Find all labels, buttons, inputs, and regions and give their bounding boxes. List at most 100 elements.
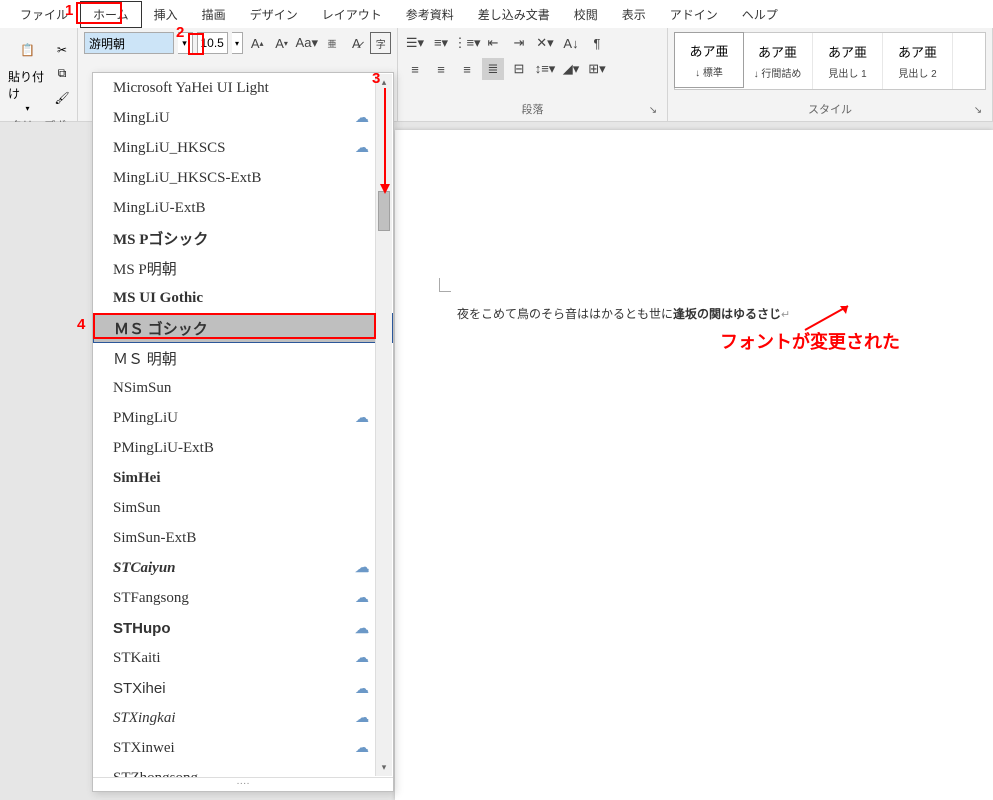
style-preview: あア亜 — [758, 42, 797, 61]
numbering-button[interactable]: ≡▾ — [430, 32, 452, 54]
style-label: 見出し 1 — [828, 65, 866, 80]
styles-group-label: スタイル ↘ — [674, 99, 986, 119]
styles-gallery[interactable]: あア亜↓ 標準あア亜↓ 行間詰めあア亜見出し 1あア亜見出し 2 — [674, 32, 986, 90]
font-item-label: MS Pゴシック — [113, 228, 208, 249]
font-list-item[interactable]: MingLiU-ExtB — [93, 193, 393, 223]
paragraph-dialog-launcher[interactable]: ↘ — [647, 105, 659, 117]
font-item-label: STCaiyun — [113, 560, 176, 577]
borders-button[interactable]: ⊞▾ — [586, 58, 608, 80]
paste-label: 貼り付け — [8, 68, 47, 102]
cloud-icon: ☁ — [355, 740, 369, 757]
font-list-item[interactable]: STXinwei☁ — [93, 733, 393, 763]
cloud-icon: ☁ — [355, 770, 369, 778]
font-item-label: MingLiU_HKSCS-ExtB — [113, 170, 261, 187]
sort-button[interactable]: A↓ — [560, 32, 582, 54]
ribbon-group-paragraph: ☰▾ ≡▾ ⋮≡▾ ⇤ ⇥ ✕▾ A↓ ¶ ≡ ≡ ≡ ≣ ⊟ ↕≡▾ ◢▾ ⊞… — [398, 28, 668, 121]
font-size-dropdown-button[interactable]: ▾ — [232, 32, 243, 54]
document-text[interactable]: 夜をこめて鳥のそら音ははかるとも世に逢坂の関はゆるさじ↵ — [457, 305, 790, 322]
menu-insert[interactable]: 挿入 — [142, 2, 190, 27]
font-list-item[interactable]: MingLiU☁ — [93, 103, 393, 133]
align-right-button[interactable]: ≡ — [456, 58, 478, 80]
cloud-icon: ☁ — [355, 140, 369, 157]
change-case-button[interactable]: Aa▾ — [296, 32, 318, 54]
clear-formatting-button[interactable]: A̷ — [346, 32, 366, 54]
annotation-arrowhead-3 — [380, 184, 390, 194]
font-dropdown-list[interactable]: Microsoft YaHei UI LightMingLiU☁MingLiU_… — [92, 72, 394, 792]
font-list-item[interactable]: SimHei — [93, 463, 393, 493]
menu-help[interactable]: ヘルプ — [730, 2, 790, 27]
font-list-item[interactable]: MingLiU_HKSCS-ExtB — [93, 163, 393, 193]
font-list-item[interactable]: STHupo☁ — [93, 613, 393, 643]
distributed-button[interactable]: ⊟ — [508, 58, 530, 80]
font-list-item[interactable]: STXihei☁ — [93, 673, 393, 703]
font-list-item[interactable]: MingLiU_HKSCS☁ — [93, 133, 393, 163]
align-center-button[interactable]: ≡ — [430, 58, 452, 80]
font-item-label: Microsoft YaHei UI Light — [113, 80, 269, 97]
doc-text-normal: 夜をこめて鳥のそら音ははかるとも世に — [457, 307, 673, 321]
line-spacing-button[interactable]: ↕≡▾ — [534, 58, 556, 80]
font-list-item[interactable]: STXingkai☁ — [93, 703, 393, 733]
font-list-item[interactable]: MS Pゴシック — [93, 223, 393, 253]
scroll-thumb[interactable] — [378, 191, 390, 231]
font-item-label: SimHei — [113, 470, 161, 487]
scroll-down-button[interactable]: ▾ — [376, 759, 392, 776]
font-item-label: NSimSun — [113, 380, 171, 397]
font-list-item[interactable]: MS UI Gothic — [93, 283, 393, 313]
font-item-label: MS P明朝 — [113, 258, 177, 279]
multilevel-list-button[interactable]: ⋮≡▾ — [456, 32, 478, 54]
shading-button[interactable]: ◢▾ — [560, 58, 582, 80]
menu-view[interactable]: 表示 — [610, 2, 658, 27]
show-marks-button[interactable]: ¶ — [586, 32, 608, 54]
style-card-3[interactable]: あア亜見出し 2 — [883, 33, 953, 89]
font-item-label: SimSun-ExtB — [113, 530, 196, 547]
decrease-indent-button[interactable]: ⇤ — [482, 32, 504, 54]
align-left-button[interactable]: ≡ — [404, 58, 426, 80]
font-list-item[interactable]: STFangsong☁ — [93, 583, 393, 613]
enclose-characters-button[interactable]: 字 — [370, 32, 391, 54]
style-card-1[interactable]: あア亜↓ 行間詰め — [743, 33, 813, 89]
font-list-item[interactable]: STKaiti☁ — [93, 643, 393, 673]
menu-design[interactable]: デザイン — [238, 2, 310, 27]
paste-button[interactable]: 📋 貼り付け ▾ — [6, 32, 49, 115]
styles-dialog-launcher[interactable]: ↘ — [972, 105, 984, 117]
font-dropdown-resize-handle[interactable]: ···· — [93, 777, 393, 791]
cloud-icon: ☁ — [355, 410, 369, 427]
font-list-item[interactable]: NSimSun — [93, 373, 393, 403]
font-list-item[interactable]: STZhongsong☁ — [93, 763, 393, 777]
menu-draw[interactable]: 描画 — [190, 2, 238, 27]
font-list-item[interactable]: SimSun — [93, 493, 393, 523]
asian-layout-button[interactable]: ✕▾ — [534, 32, 556, 54]
font-list-item[interactable]: STCaiyun☁ — [93, 553, 393, 583]
format-painter-button[interactable]: 🖌 — [53, 89, 71, 107]
copy-button[interactable]: ⧉ — [53, 65, 71, 83]
align-justify-button[interactable]: ≣ — [482, 58, 504, 80]
font-list-item[interactable]: ＭＳ ゴシック — [93, 313, 393, 343]
style-card-2[interactable]: あア亜見出し 1 — [813, 33, 883, 89]
menu-layout[interactable]: レイアウト — [310, 2, 394, 27]
font-name-input[interactable]: 游明朝 — [84, 32, 174, 54]
font-list-item[interactable]: MS P明朝 — [93, 253, 393, 283]
menu-mailings[interactable]: 差し込み文書 — [466, 2, 562, 27]
style-card-0[interactable]: あア亜↓ 標準 — [674, 32, 744, 88]
paragraph-mark-icon: ↵ — [781, 309, 790, 321]
grow-font-button[interactable]: A▴ — [247, 32, 267, 54]
cloud-icon: ☁ — [355, 620, 369, 637]
menu-addins[interactable]: アドイン — [658, 2, 730, 27]
shrink-font-button[interactable]: A▾ — [271, 32, 291, 54]
font-list-item[interactable]: SimSun-ExtB — [93, 523, 393, 553]
font-list-item[interactable]: Microsoft YaHei UI Light — [93, 73, 393, 103]
phonetic-guide-button[interactable]: 亜 — [322, 32, 342, 54]
font-item-label: PMingLiU — [113, 410, 178, 427]
cut-button[interactable]: ✂ — [53, 41, 71, 59]
font-list-item[interactable]: PMingLiU-ExtB — [93, 433, 393, 463]
document-page[interactable]: 夜をこめて鳥のそら音ははかるとも世に逢坂の関はゆるさじ↵ — [395, 130, 993, 800]
increase-indent-button[interactable]: ⇥ — [508, 32, 530, 54]
font-list-item[interactable]: ＭＳ 明朝 — [93, 343, 393, 373]
bullets-button[interactable]: ☰▾ — [404, 32, 426, 54]
font-size-input[interactable]: 10.5 — [197, 32, 228, 54]
menu-home[interactable]: ホーム — [80, 1, 142, 28]
font-list-item[interactable]: PMingLiU ☁ — [93, 403, 393, 433]
menu-review[interactable]: 校閲 — [562, 2, 610, 27]
menu-references[interactable]: 参考資料 — [394, 2, 466, 27]
clipboard-icon: 📋 — [12, 34, 44, 66]
